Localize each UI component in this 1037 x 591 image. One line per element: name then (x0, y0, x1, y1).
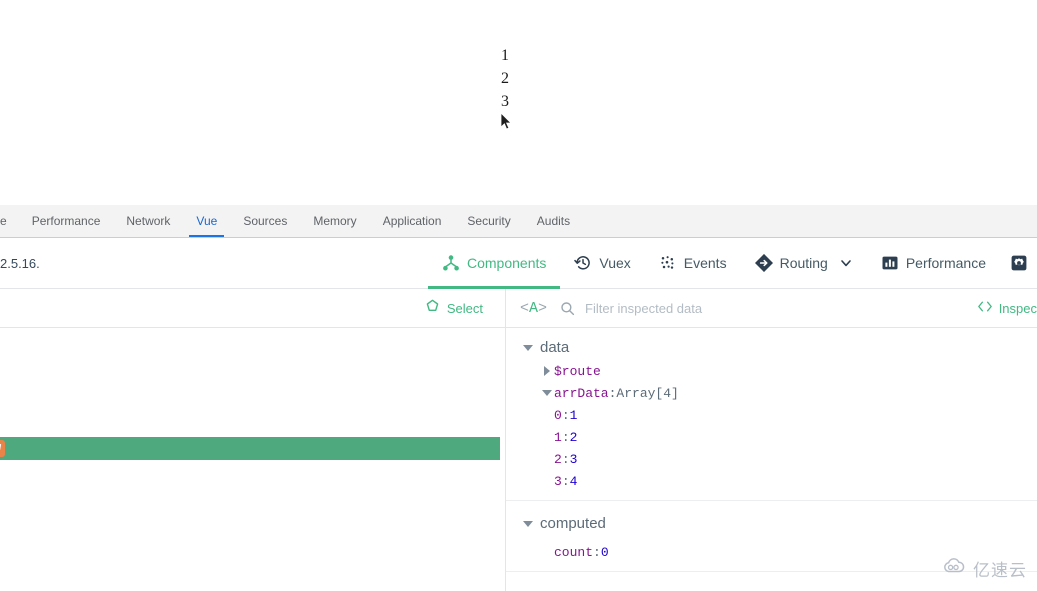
tree-row-selected[interactable]: ew (0, 437, 500, 460)
data-value: 4 (569, 473, 578, 489)
vue-tab-events[interactable]: Events (645, 238, 741, 289)
data-value: 2 (569, 429, 578, 445)
target-select-icon (425, 299, 440, 317)
inspect-link-label: Inspec (998, 300, 1037, 316)
vue-tab-label: Vuex (599, 255, 631, 271)
page-number-list: 1 2 3 (501, 44, 509, 113)
section-header-computed[interactable]: computed (506, 511, 1037, 536)
chevron-down-icon[interactable] (523, 520, 533, 527)
data-key: $route (554, 363, 601, 379)
data-value: 1 (569, 407, 578, 423)
cloud-logo-icon (941, 557, 967, 580)
section-header-data[interactable]: data (506, 335, 1037, 360)
components-icon (442, 254, 460, 272)
data-separator: : (561, 429, 570, 445)
inspector-header: <A> Inspec (506, 289, 1037, 328)
list-item: 1 (501, 47, 509, 64)
vue-tab-label: Events (683, 255, 727, 271)
data-key: 2 (554, 451, 562, 467)
data-section-data: data $route arrData : Array[4] 0: 1 1:… (506, 328, 1037, 501)
tab-application[interactable]: Application (370, 205, 455, 237)
chevron-down-icon[interactable] (540, 390, 554, 396)
tab-security[interactable]: Security (454, 205, 523, 237)
tab-elements-truncated[interactable]: e (0, 205, 19, 237)
data-row-route[interactable]: $route (506, 360, 1037, 382)
data-key: count (554, 544, 594, 560)
data-key: 3 (554, 473, 562, 489)
chevron-down-icon[interactable] (839, 256, 853, 270)
data-separator: : (593, 544, 601, 560)
tab-memory[interactable]: Memory (300, 205, 369, 237)
history-clock-icon (574, 254, 592, 272)
data-key: 1 (554, 429, 562, 445)
vue-devtools-toolbar: 2.5.16. Components Vuex Events Routing P… (0, 238, 1037, 289)
data-key: 0 (554, 407, 562, 423)
data-row-arr-1[interactable]: 1 : 2 (506, 426, 1037, 448)
watermark: 亿速云 (941, 556, 1027, 581)
data-key: arrData (554, 385, 609, 401)
data-value: Array[4] (616, 385, 679, 401)
select-component-button[interactable]: Select (425, 299, 483, 317)
component-tree-body[interactable]: ew (0, 328, 505, 590)
vue-tab-performance[interactable]: Performance (867, 238, 1000, 289)
code-brackets-icon (977, 300, 993, 316)
tab-vue[interactable]: Vue (183, 205, 230, 237)
data-row-arrdata[interactable]: arrData : Array[4] (506, 382, 1037, 404)
data-separator: : (561, 451, 570, 467)
vue-tab-label: Performance (905, 255, 986, 271)
routing-diamond-icon (754, 254, 773, 272)
selected-component-tag: <A> (520, 299, 548, 317)
settings-button[interactable] (1000, 238, 1037, 289)
page-viewport: 1 2 3 (0, 0, 1037, 205)
tab-audits[interactable]: Audits (524, 205, 583, 237)
section-title-label: data (540, 339, 570, 356)
devtools-tabbar: e Performance Network Vue Sources Memory… (0, 205, 1037, 238)
search-icon (560, 301, 575, 316)
data-value: 0 (600, 544, 609, 560)
vue-tab-components[interactable]: Components (427, 238, 561, 289)
data-separator: : (561, 473, 570, 489)
chevron-down-icon[interactable] (523, 344, 533, 351)
screenshot-root: 1 2 3 e Performance Network Vue Sources … (0, 0, 1037, 591)
chevron-right-icon[interactable] (540, 366, 554, 376)
vue-tab-label: Components (466, 255, 547, 271)
data-row-arr-0[interactable]: 0 : 1 (506, 404, 1037, 426)
data-separator: : (608, 385, 617, 401)
data-row-arr-3[interactable]: 3 : 4 (506, 470, 1037, 492)
vue-tab-label: Routing (779, 255, 828, 271)
vue-tab-routing[interactable]: Routing (741, 238, 867, 289)
component-badge: ew (0, 440, 6, 457)
data-separator: : (561, 407, 570, 423)
data-row-arr-2[interactable]: 2 : 3 (506, 448, 1037, 470)
component-tree-pane: Select ew (0, 289, 506, 591)
inspected-data-tree[interactable]: data $route arrData : Array[4] 0: 1 1:… (506, 328, 1037, 590)
section-title-label: computed (540, 515, 606, 532)
inspector-pane: <A> Inspec (506, 289, 1037, 591)
component-tree-header: Select (0, 289, 505, 328)
events-dots-icon (659, 254, 677, 272)
data-value: 3 (569, 451, 578, 467)
vue-version-label: 2.5.16. (0, 255, 40, 271)
selected-component-tag-letter: A (529, 299, 539, 317)
tab-performance[interactable]: Performance (19, 205, 114, 237)
bar-chart-icon (881, 254, 899, 272)
filter-inspected-data-input[interactable] (585, 298, 916, 318)
list-item: 3 (501, 93, 509, 110)
gear-icon (1010, 254, 1028, 272)
tab-sources[interactable]: Sources (230, 205, 300, 237)
tab-network[interactable]: Network (113, 205, 183, 237)
list-item: 2 (501, 70, 509, 87)
mouse-pointer-icon (500, 112, 513, 131)
vue-tab-vuex[interactable]: Vuex (560, 238, 644, 289)
watermark-text: 亿速云 (973, 561, 1027, 580)
inspect-dom-link[interactable]: Inspec (977, 300, 1037, 316)
select-label: Select (446, 300, 483, 316)
devtools-panes: Select ew <A> (0, 289, 1037, 591)
